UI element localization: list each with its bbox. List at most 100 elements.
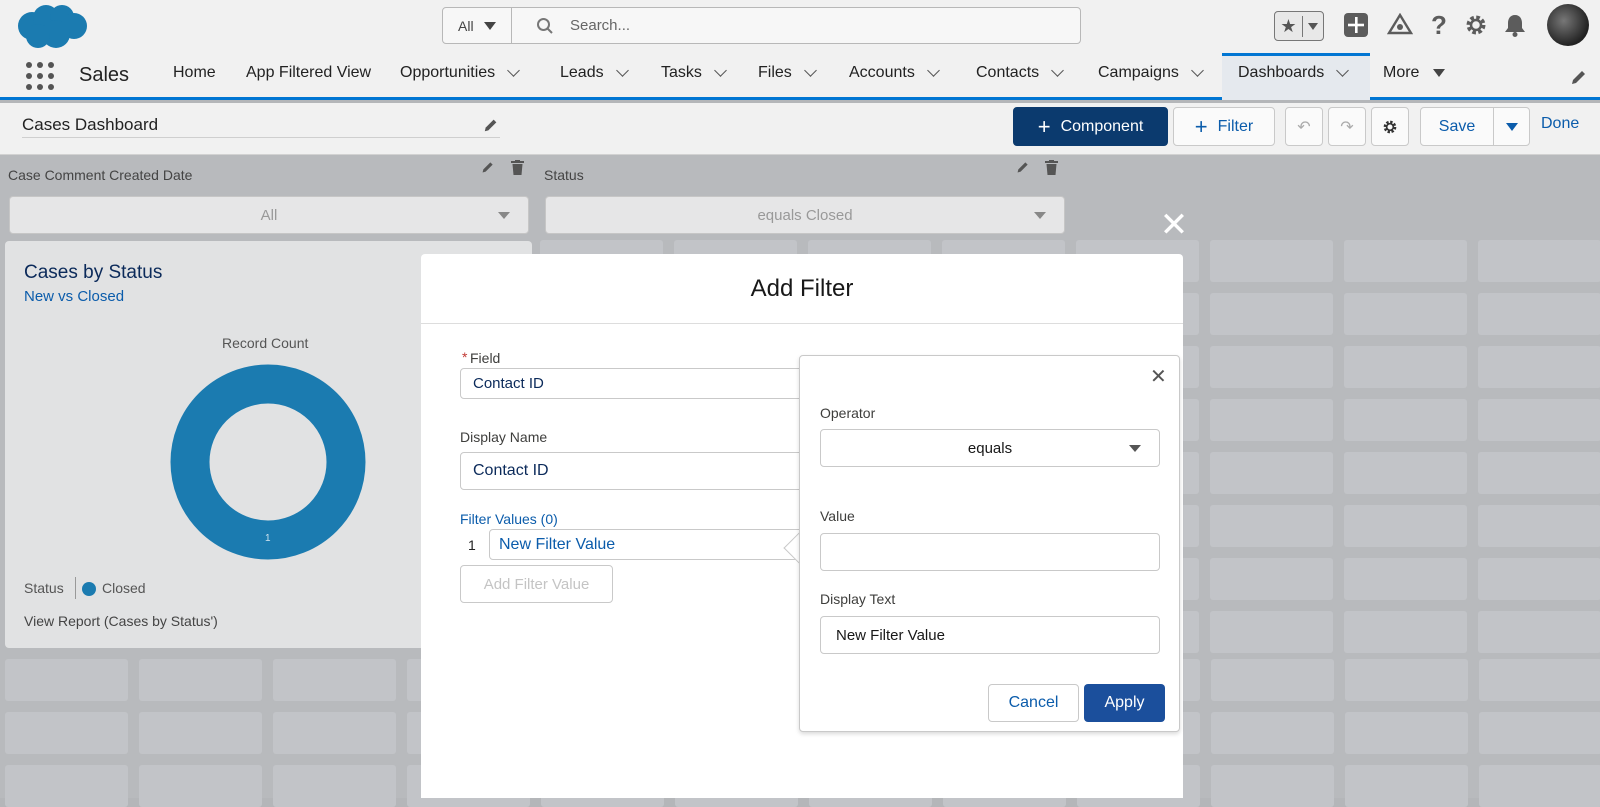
filter-value-item[interactable]: New Filter Value xyxy=(489,529,805,560)
save-button[interactable]: Save xyxy=(1420,107,1494,146)
display-name-label: Display Name xyxy=(460,429,548,445)
chevron-down-icon[interactable] xyxy=(1336,64,1350,77)
salesforce-logo-icon[interactable] xyxy=(16,4,88,50)
undo-button[interactable]: ↶ xyxy=(1285,107,1323,146)
nav-item-more[interactable]: More xyxy=(1383,64,1446,82)
trash-icon[interactable] xyxy=(1045,160,1059,175)
dashboard-filter-label: Status xyxy=(544,167,584,183)
display-text-label: Display Text xyxy=(820,591,896,607)
apply-button[interactable]: Apply xyxy=(1084,684,1165,722)
chevron-down-icon[interactable] xyxy=(926,64,940,77)
nav-item-leads[interactable]: Leads xyxy=(560,64,629,82)
cancel-button[interactable]: Cancel xyxy=(988,684,1079,722)
nav-item-label: Opportunities xyxy=(400,64,496,81)
app-launcher-icon[interactable] xyxy=(26,62,54,90)
chevron-down-icon[interactable] xyxy=(1051,64,1065,77)
card-title: Cases by Status xyxy=(24,262,163,283)
chevron-down-icon[interactable] xyxy=(615,64,629,77)
modal-title: Add Filter xyxy=(421,254,1183,324)
display-name-input[interactable]: Contact ID xyxy=(460,452,805,490)
nav-item-app-filtered-view[interactable]: App Filtered View xyxy=(246,64,371,82)
dashboard-filter-dropdown[interactable]: All xyxy=(9,196,529,234)
close-popover-icon[interactable]: ✕ xyxy=(1150,364,1167,389)
nav-item-label: App Filtered View xyxy=(246,64,372,81)
global-actions-icon[interactable] xyxy=(1341,10,1371,40)
dashboard-filter-value: equals Closed xyxy=(757,206,853,224)
save-label: Save xyxy=(1438,117,1476,135)
redo-icon: ↷ xyxy=(1340,118,1354,136)
nav-item-accounts[interactable]: Accounts xyxy=(849,64,940,82)
field-label: Field xyxy=(470,350,501,366)
view-report-link[interactable]: View Report (Cases by Status') xyxy=(24,613,218,629)
chevron-down-icon[interactable] xyxy=(803,64,817,77)
display-text-input[interactable]: New Filter Value xyxy=(820,616,1160,654)
value-input[interactable] xyxy=(820,533,1160,571)
nav-item-label: Home xyxy=(173,64,216,81)
user-avatar[interactable] xyxy=(1547,4,1589,46)
nav-item-label: Leads xyxy=(560,64,604,81)
setup-gear-icon[interactable] xyxy=(1461,10,1491,40)
redo-button[interactable]: ↷ xyxy=(1328,107,1366,146)
chevron-down-icon[interactable] xyxy=(507,64,521,77)
display-name-value: Contact ID xyxy=(473,462,549,479)
plus-icon: + xyxy=(1194,113,1208,139)
search-placeholder: Search... xyxy=(570,17,631,34)
add-component-label: Component xyxy=(1060,117,1144,135)
chevron-down-icon[interactable] xyxy=(1191,64,1204,77)
add-component-button[interactable]: + Component xyxy=(1013,107,1168,146)
legend-divider xyxy=(75,577,76,599)
nav-item-home[interactable]: Home xyxy=(173,64,216,82)
chart-label: Record Count xyxy=(222,335,309,351)
pencil-icon[interactable] xyxy=(1016,160,1030,174)
filter-value-text: New Filter Value xyxy=(499,535,616,553)
legend-item: Closed xyxy=(102,580,146,596)
close-modal-icon[interactable]: ✕ xyxy=(1158,208,1190,242)
nav-item-label: Campaigns xyxy=(1098,64,1179,81)
dashboard-filter-label: Case Comment Created Date xyxy=(8,167,193,183)
search-scope-dropdown[interactable]: All xyxy=(442,7,512,44)
pencil-icon[interactable] xyxy=(483,117,499,133)
trailhead-icon[interactable] xyxy=(1385,10,1415,40)
done-button[interactable]: Done xyxy=(1541,115,1579,133)
notifications-bell-icon[interactable] xyxy=(1500,10,1530,40)
help-icon[interactable]: ? xyxy=(1424,10,1454,40)
global-search-input[interactable]: Search... xyxy=(511,7,1081,44)
nav-item-opportunities[interactable]: Opportunities xyxy=(400,64,521,82)
legend-swatch xyxy=(82,582,96,596)
field-input[interactable]: Contact ID xyxy=(460,368,805,399)
operator-label: Operator xyxy=(820,405,876,421)
nav-item-dashboards[interactable]: Dashboards xyxy=(1238,64,1350,82)
app-name: Sales xyxy=(79,64,130,86)
pencil-icon[interactable] xyxy=(481,160,495,174)
nav-item-tasks[interactable]: Tasks xyxy=(661,64,727,82)
dashboard-title-input[interactable]: Cases Dashboard xyxy=(22,115,500,138)
add-filter-button[interactable]: + Filter xyxy=(1173,107,1275,146)
add-filter-value-button[interactable]: Add Filter Value xyxy=(460,565,613,603)
nav-item-campaigns[interactable]: Campaigns xyxy=(1098,64,1204,82)
display-text-value: New Filter Value xyxy=(836,626,945,644)
star-icon: ★ xyxy=(1275,15,1303,37)
dashboard-filter-dropdown[interactable]: equals Closed xyxy=(545,196,1065,234)
dashboard-title: Cases Dashboard xyxy=(22,115,159,134)
nav-item-label: Accounts xyxy=(849,64,915,81)
add-filter-label: Filter xyxy=(1217,117,1254,135)
field-value: Contact ID xyxy=(473,375,544,392)
nav-item-label: Contacts xyxy=(976,64,1040,81)
operator-select[interactable]: equals xyxy=(820,429,1160,467)
required-indicator: * xyxy=(462,349,468,365)
nav-item-label: Tasks xyxy=(661,64,702,81)
properties-button[interactable] xyxy=(1371,107,1409,146)
chevron-down-icon[interactable] xyxy=(714,64,727,77)
caret-down-icon xyxy=(1308,22,1318,30)
nav-item-files[interactable]: Files xyxy=(758,64,817,82)
caret-down-icon xyxy=(1505,122,1518,131)
edit-nav-pencil-icon[interactable] xyxy=(1570,68,1588,86)
search-icon xyxy=(537,17,553,34)
nav-item-contacts[interactable]: Contacts xyxy=(976,64,1065,82)
save-menu-button[interactable] xyxy=(1493,107,1530,146)
favorites-button[interactable]: ★ xyxy=(1274,11,1324,41)
caret-down-icon xyxy=(1129,445,1141,452)
trash-icon[interactable] xyxy=(511,160,525,175)
nav-item-label: Dashboards xyxy=(1238,64,1325,81)
nav-item-label: Files xyxy=(758,64,792,81)
